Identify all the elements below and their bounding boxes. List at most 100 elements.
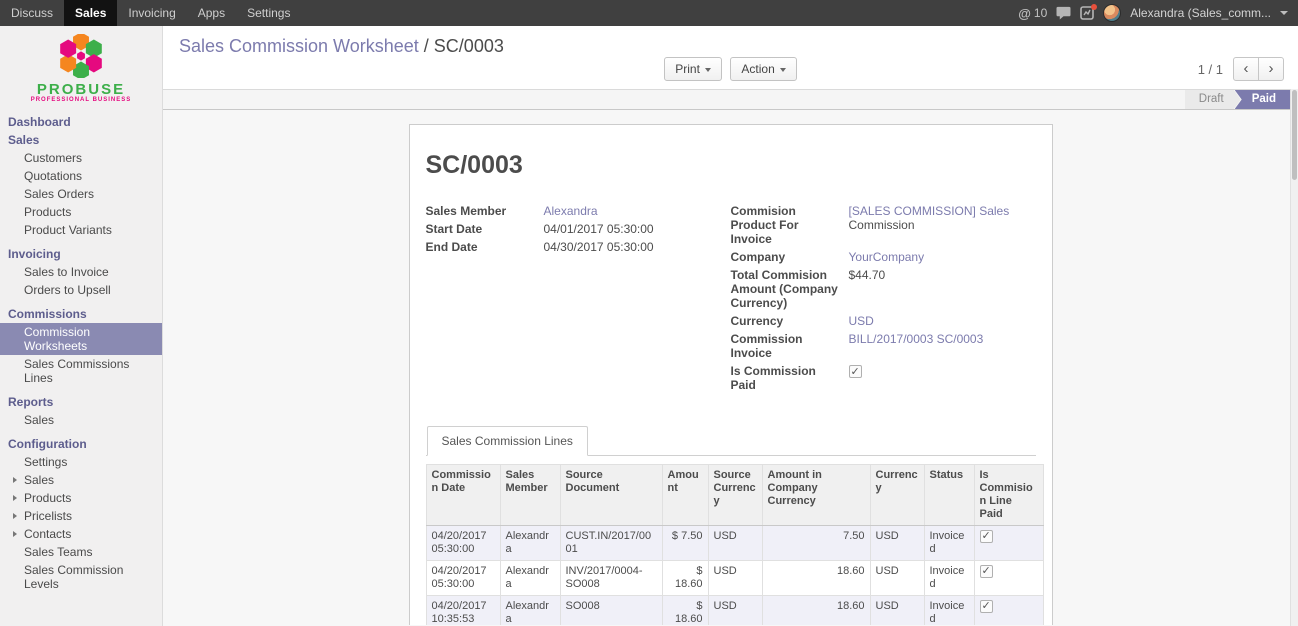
end-date-label: End Date bbox=[426, 240, 544, 254]
logo-name: PROBUSE bbox=[0, 83, 162, 97]
sidebar-item-label: Sales bbox=[24, 473, 54, 487]
sidebar-heading-commissions[interactable]: Commissions bbox=[0, 305, 162, 323]
currency-link[interactable]: USD bbox=[849, 314, 874, 328]
sidebar-item-label: Pricelists bbox=[24, 509, 72, 523]
sidebar-item-reports-sales[interactable]: Sales bbox=[0, 411, 162, 429]
sidebar-item-orders-to-upsell[interactable]: Orders to Upsell bbox=[0, 281, 162, 299]
total-commission-label: Total Commision Amount (Company Currency… bbox=[731, 268, 849, 310]
commission-line-row[interactable]: 04/20/2017 10:35:53 Alexandra SO008 $ 18… bbox=[426, 596, 1043, 626]
sidebar-heading-sales[interactable]: Sales bbox=[0, 131, 162, 149]
sidebar-item-sales-teams[interactable]: Sales Teams bbox=[0, 543, 162, 561]
sidebar: PROBUSE PROFESSIONAL BUSINESS Dashboard … bbox=[0, 26, 163, 626]
sidebar-item-config-products[interactable]: Products bbox=[0, 489, 162, 507]
top-navbar: Discuss Sales Invoicing Apps Settings @ … bbox=[0, 0, 1298, 26]
notifications-icon[interactable] bbox=[1080, 6, 1094, 20]
menu-discuss[interactable]: Discuss bbox=[0, 0, 64, 26]
col-status: Status bbox=[924, 465, 974, 526]
sidebar-item-label: Products bbox=[24, 491, 71, 505]
field-group-left: Sales Member Alexandra Start Date 04/01/… bbox=[426, 204, 731, 396]
expand-caret-icon bbox=[13, 513, 17, 519]
cell-company-amount: 18.60 bbox=[762, 561, 870, 596]
line-paid-checkbox[interactable] bbox=[980, 530, 993, 543]
commission-invoice-link[interactable]: BILL/2017/0003 SC/0003 bbox=[849, 332, 984, 346]
expand-caret-icon bbox=[13, 531, 17, 537]
action-button[interactable]: Action bbox=[730, 57, 796, 81]
commission-product-rest: Commission bbox=[849, 218, 915, 232]
action-button-label: Action bbox=[741, 62, 774, 76]
cell-amount: $ 7.50 bbox=[662, 526, 708, 561]
sidebar-item-product-variants[interactable]: Product Variants bbox=[0, 221, 162, 239]
sidebar-item-sales-commissions-lines[interactable]: Sales Commissions Lines bbox=[0, 355, 162, 387]
cell-source-currency: USD bbox=[708, 526, 762, 561]
sidebar-item-pricelists[interactable]: Pricelists bbox=[0, 507, 162, 525]
end-date-value: 04/30/2017 05:30:00 bbox=[544, 240, 731, 254]
cell-currency: USD bbox=[870, 526, 924, 561]
currency-label: Currency bbox=[731, 314, 849, 328]
expand-caret-icon bbox=[13, 495, 17, 501]
chevron-down-icon bbox=[780, 68, 786, 72]
is-commission-paid-checkbox[interactable] bbox=[849, 365, 862, 378]
notebook-tabs: Sales Commission Lines bbox=[426, 426, 1036, 456]
breadcrumb-current: SC/0003 bbox=[434, 36, 504, 56]
vertical-scrollbar[interactable] bbox=[1290, 89, 1298, 626]
messages-counter[interactable]: @ 10 bbox=[1018, 6, 1047, 21]
form-view: SC/0003 Sales Member Alexandra Start Dat… bbox=[163, 110, 1298, 625]
line-paid-checkbox[interactable] bbox=[980, 565, 993, 578]
user-avatar[interactable] bbox=[1103, 4, 1121, 22]
status-paid[interactable]: Paid bbox=[1235, 90, 1290, 109]
commission-line-row[interactable]: 04/20/2017 05:30:00 Alexandra INV/2017/0… bbox=[426, 561, 1043, 596]
cell-company-amount: 7.50 bbox=[762, 526, 870, 561]
sales-member-link[interactable]: Alexandra bbox=[544, 204, 598, 218]
breadcrumb-parent-link[interactable]: Sales Commission Worksheet bbox=[179, 36, 419, 56]
sidebar-heading-reports[interactable]: Reports bbox=[0, 393, 162, 411]
sidebar-heading-dashboard[interactable]: Dashboard bbox=[0, 113, 162, 131]
print-button[interactable]: Print bbox=[664, 57, 722, 81]
cell-source-currency: USD bbox=[708, 561, 762, 596]
col-source-document: Source Document bbox=[560, 465, 662, 526]
menu-apps[interactable]: Apps bbox=[187, 0, 236, 26]
probuse-logo: PROBUSE PROFESSIONAL BUSINESS bbox=[0, 26, 162, 109]
total-commission-value: $44.70 bbox=[849, 268, 1036, 282]
pager-previous-button[interactable]: ‹ bbox=[1233, 57, 1259, 81]
record-title: SC/0003 bbox=[426, 151, 1036, 180]
sidebar-item-commission-worksheets[interactable]: Commission Worksheets bbox=[0, 323, 162, 355]
sidebar-item-contacts[interactable]: Contacts bbox=[0, 525, 162, 543]
user-menu-label[interactable]: Alexandra (Sales_comm... bbox=[1130, 6, 1271, 20]
commission-lines-table: Commission Date Sales Member Source Docu… bbox=[426, 464, 1044, 625]
chat-icon[interactable] bbox=[1056, 6, 1071, 20]
sidebar-item-sales-commission-levels[interactable]: Sales Commission Levels bbox=[0, 561, 162, 593]
breadcrumb-separator: / bbox=[424, 36, 429, 56]
tab-sales-commission-lines[interactable]: Sales Commission Lines bbox=[427, 426, 588, 456]
menu-settings[interactable]: Settings bbox=[236, 0, 301, 26]
pager-next-button[interactable]: › bbox=[1258, 57, 1284, 81]
sidebar-item-settings[interactable]: Settings bbox=[0, 453, 162, 471]
sidebar-heading-invoicing[interactable]: Invoicing bbox=[0, 245, 162, 263]
at-icon: @ bbox=[1018, 6, 1031, 21]
sidebar-item-customers[interactable]: Customers bbox=[0, 149, 162, 167]
menu-invoicing[interactable]: Invoicing bbox=[117, 0, 186, 26]
sidebar-item-products[interactable]: Products bbox=[0, 203, 162, 221]
col-amount: Amount bbox=[662, 465, 708, 526]
company-link[interactable]: YourCompany bbox=[849, 250, 925, 264]
cell-currency: USD bbox=[870, 596, 924, 626]
line-paid-checkbox[interactable] bbox=[980, 600, 993, 613]
cell-company-amount: 18.60 bbox=[762, 596, 870, 626]
sidebar-item-config-sales[interactable]: Sales bbox=[0, 471, 162, 489]
col-amount-company-currency: Amount in Company Currency bbox=[762, 465, 870, 526]
chevron-down-icon[interactable] bbox=[1280, 11, 1288, 15]
sidebar-heading-configuration[interactable]: Configuration bbox=[0, 435, 162, 453]
commission-product-label: Commision Product For Invoice bbox=[731, 204, 849, 246]
is-commission-paid-label: Is Commission Paid bbox=[731, 364, 849, 392]
sidebar-item-sales-to-invoice[interactable]: Sales to Invoice bbox=[0, 263, 162, 281]
commission-product-link[interactable]: [SALES COMMISSION] Sales bbox=[849, 204, 1010, 218]
status-draft[interactable]: Draft bbox=[1185, 90, 1241, 109]
sidebar-nav: Dashboard Sales Customers Quotations Sal… bbox=[0, 109, 162, 593]
sidebar-item-quotations[interactable]: Quotations bbox=[0, 167, 162, 185]
col-source-currency: Source Currency bbox=[708, 465, 762, 526]
scrollbar-thumb[interactable] bbox=[1292, 90, 1297, 180]
messages-count: 10 bbox=[1034, 6, 1047, 20]
commission-line-row[interactable]: 04/20/2017 05:30:00 Alexandra CUST.IN/20… bbox=[426, 526, 1043, 561]
col-currency: Currency bbox=[870, 465, 924, 526]
sidebar-item-sales-orders[interactable]: Sales Orders bbox=[0, 185, 162, 203]
menu-sales[interactable]: Sales bbox=[64, 0, 117, 26]
